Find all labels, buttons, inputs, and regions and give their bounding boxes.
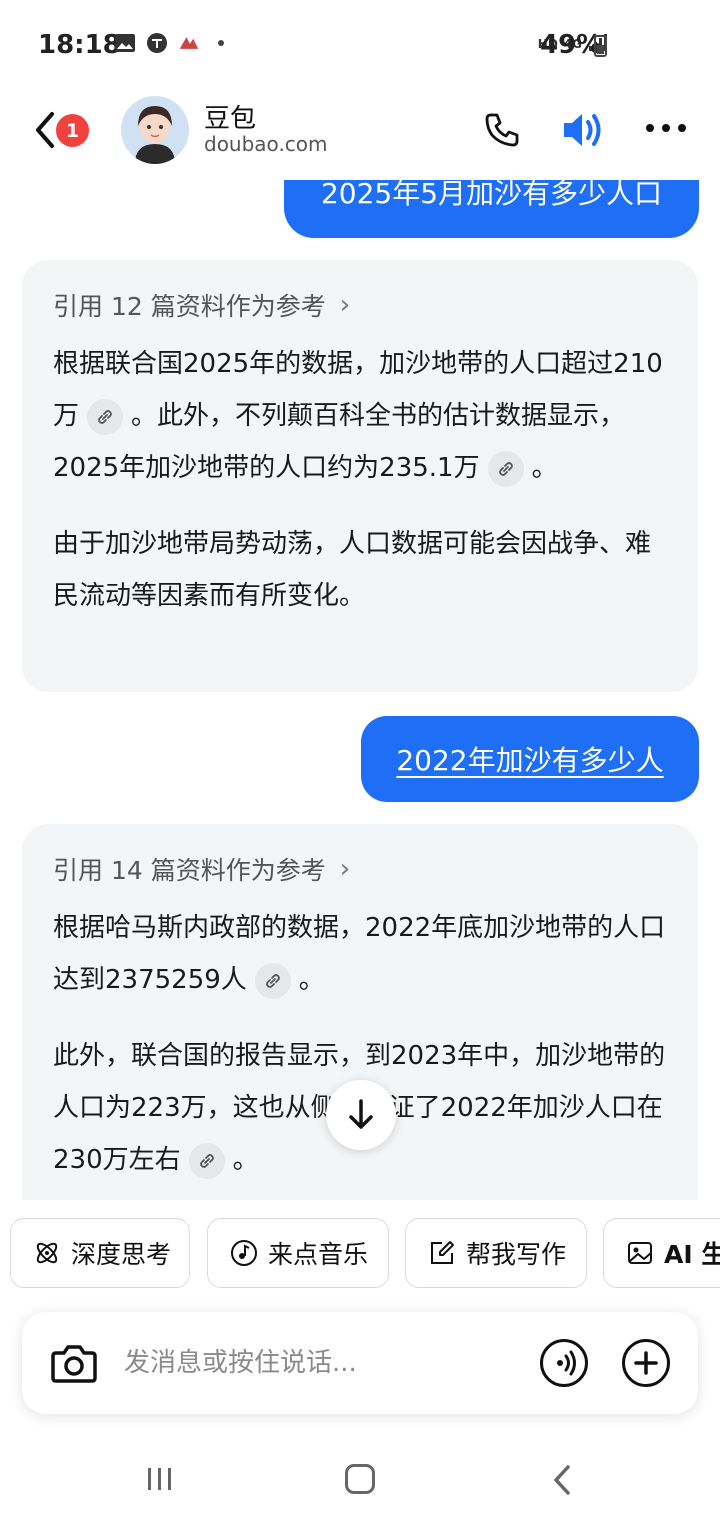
bot-domain: doubao.com <box>204 132 328 156</box>
music-icon <box>230 1239 258 1267</box>
user-message[interactable]: 2025年5月加沙有多少人口 <box>284 180 699 238</box>
plus-icon <box>634 1351 658 1375</box>
chevron-right-icon: › <box>339 290 351 320</box>
phone-icon <box>485 113 519 147</box>
speaker-button[interactable] <box>560 108 606 152</box>
camera-button[interactable] <box>50 1340 98 1386</box>
user-message-text: 2025年5月加沙有多少人口 <box>320 180 663 210</box>
bot-name: 豆包 <box>204 104 257 134</box>
assistant-text: 。 <box>298 965 325 995</box>
edit-icon <box>428 1239 456 1267</box>
user-message-text: 2022年加沙有多少人 <box>396 744 664 777</box>
quick-action-label: 深度思考 <box>71 1240 172 1269</box>
system-navigation-bar <box>0 1440 720 1520</box>
assistant-message[interactable]: 引用 12 篇资料作为参考 › 根据联合国2025年的数据，加沙地带的人口超过2… <box>22 260 698 692</box>
speaker-icon <box>564 114 601 146</box>
user-message[interactable]: 2022年加沙有多少人 <box>361 716 699 802</box>
message-input[interactable] <box>124 1338 524 1388</box>
link-icon[interactable] <box>87 398 124 435</box>
quick-action-label: 帮我写作 <box>466 1240 567 1269</box>
quick-action-ai-image[interactable]: AI 生 <box>603 1218 720 1288</box>
camera-icon <box>51 1345 97 1383</box>
references-link[interactable]: 引用 14 篇资料作为参考 › <box>53 848 667 890</box>
back-arrow-icon <box>554 1465 570 1495</box>
assistant-text: 。 <box>232 1145 259 1175</box>
assistant-text: 。 <box>531 453 558 483</box>
recents-icon <box>148 1468 171 1490</box>
chat-messages[interactable]: 2025年5月加沙有多少人口 引用 12 篇资料作为参考 › 根据联合国2025… <box>0 180 720 1200</box>
atom-icon <box>33 1239 61 1267</box>
call-button[interactable] <box>482 110 522 150</box>
link-icon[interactable] <box>487 450 524 487</box>
add-button[interactable] <box>622 1339 670 1387</box>
voice-wave-icon <box>557 1350 576 1376</box>
quick-actions: 深度思考 来点音乐 帮我写作 AI 生 <box>0 1218 720 1288</box>
zhihu-icon <box>146 32 168 54</box>
status-bar: 18:18 HD 4G 49% <box>0 0 720 90</box>
message-composer <box>22 1312 698 1414</box>
quick-action-label: 来点音乐 <box>268 1240 369 1269</box>
battery-icon <box>594 35 607 57</box>
home-button[interactable] <box>345 1464 375 1494</box>
image-icon <box>626 1239 654 1267</box>
more-dots-icon <box>646 124 686 132</box>
status-time: 18:18 <box>38 30 121 60</box>
more-button[interactable] <box>644 118 688 138</box>
references-label: 引用 14 篇资料作为参考 <box>53 856 326 885</box>
quick-action-label: AI 生 <box>664 1240 720 1269</box>
battery-percent: 49% <box>540 30 603 60</box>
quick-action-music[interactable]: 来点音乐 <box>207 1218 389 1288</box>
link-icon[interactable] <box>188 1142 225 1179</box>
system-back-button[interactable] <box>550 1462 576 1498</box>
assistant-paragraph: 由于加沙地带局势动荡，人口数据可能会因战争、难民流动等因素而有所变化。 <box>53 529 652 611</box>
app-notification-icon <box>178 32 200 54</box>
quick-action-writing[interactable]: 帮我写作 <box>405 1218 587 1288</box>
voice-call-button[interactable] <box>540 1339 588 1387</box>
scroll-to-bottom-button[interactable] <box>326 1080 396 1150</box>
arrow-down-icon <box>349 1099 373 1129</box>
avatar[interactable] <box>121 96 189 164</box>
references-label: 引用 12 篇资料作为参考 <box>53 292 326 321</box>
assistant-text: 根据哈马斯内政部的数据，2022年底加沙地带的人口达到2375259人 <box>53 913 666 995</box>
dot-icon <box>210 32 232 54</box>
recents-button[interactable] <box>145 1466 175 1492</box>
unread-badge: 1 <box>56 114 89 147</box>
quick-action-deep-think[interactable]: 深度思考 <box>10 1218 190 1288</box>
assistant-avatar-icon <box>121 96 189 164</box>
link-icon[interactable] <box>254 962 291 999</box>
chevron-right-icon: › <box>339 854 351 884</box>
references-link[interactable]: 引用 12 篇资料作为参考 › <box>53 284 667 326</box>
gallery-icon <box>114 32 136 54</box>
chat-header: 1 豆包 doubao.com <box>0 90 720 180</box>
assistant-paragraph: 根据哈马斯内政部的数据，2022年底加沙地带的人口达到2375259人。 <box>53 902 667 1006</box>
assistant-paragraph: 根据联合国2025年的数据，加沙地带的人口超过210万 。此外，不列颠百科全书的估… <box>53 338 667 494</box>
status-notification-icons <box>114 32 232 54</box>
